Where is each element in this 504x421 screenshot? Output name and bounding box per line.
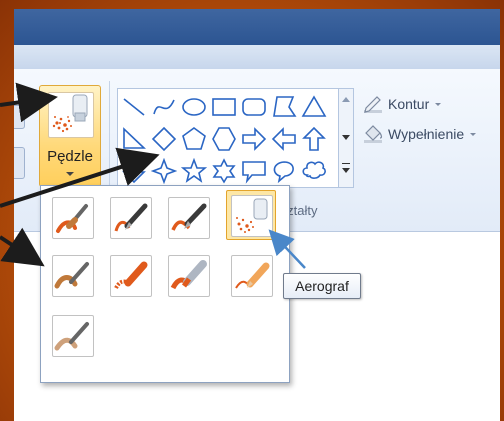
watercolor-brush-option[interactable]: [47, 310, 97, 360]
oval-callout-icon[interactable]: [271, 158, 297, 184]
natural-pencil-option[interactable]: [226, 250, 276, 300]
outline-button[interactable]: Kontur: [362, 93, 442, 115]
ribbon-tab-strip: [14, 45, 500, 70]
brushes-label: Pędzle: [47, 148, 93, 165]
chevron-down-icon: [470, 132, 477, 136]
right-triangle-icon[interactable]: [121, 126, 147, 152]
scroll-down-icon[interactable]: [342, 135, 350, 140]
shapes-gallery-scrollbar[interactable]: [339, 88, 354, 188]
down-arrow-icon[interactable]: [121, 158, 147, 184]
hexagon-icon[interactable]: [211, 126, 237, 152]
chevron-down-icon: [66, 172, 74, 176]
outline-pencil-icon: [364, 96, 382, 113]
up-arrow-icon[interactable]: [301, 126, 327, 152]
rectangular-callout-icon[interactable]: [241, 158, 267, 184]
pencil-icon: [235, 262, 270, 289]
calligraphy-brush-2-option[interactable]: [163, 192, 213, 242]
diamond-icon[interactable]: [151, 126, 177, 152]
paint-window: Pędzle Kontur Wypełnienie Kształty Aerog…: [14, 9, 500, 421]
scroll-up-icon[interactable]: [342, 97, 350, 102]
fill-bucket-icon: [364, 125, 383, 143]
marker-icon: [170, 260, 207, 290]
rectangle-icon[interactable]: [211, 94, 237, 120]
more-line: [342, 163, 350, 164]
triangle-icon[interactable]: [301, 94, 327, 120]
four-point-star-icon[interactable]: [151, 158, 177, 184]
polygon-icon[interactable]: [271, 94, 297, 120]
curve-icon[interactable]: [151, 94, 177, 120]
six-point-star-icon[interactable]: [211, 158, 237, 184]
marker-option[interactable]: [163, 250, 213, 300]
fill-label: Wypełnienie: [388, 126, 465, 142]
brushes-dropdown: [40, 185, 290, 383]
shapes-gallery: [117, 88, 339, 188]
brush-option[interactable]: [47, 192, 97, 242]
pentagon-icon[interactable]: [181, 126, 207, 152]
oval-icon[interactable]: [181, 94, 207, 120]
calligraphy-pen-icon: [171, 203, 207, 231]
fill-button[interactable]: Wypełnienie: [362, 123, 477, 145]
tools-button-fragment-2[interactable]: [14, 147, 25, 179]
oil-brush-option[interactable]: [47, 250, 97, 300]
brush-icon: [56, 204, 88, 233]
watercolor-brush-icon: [54, 322, 89, 351]
calligraphy-pen-icon: [114, 203, 148, 232]
airbrush-icon: [236, 198, 268, 233]
left-arrow-icon[interactable]: [271, 126, 297, 152]
airbrush-icon: [48, 92, 94, 138]
rounded-rectangle-icon[interactable]: [241, 94, 267, 120]
oil-brush-icon: [54, 262, 89, 289]
right-arrow-icon[interactable]: [241, 126, 267, 152]
airbrush-option[interactable]: [226, 190, 276, 240]
line-icon[interactable]: [121, 94, 147, 120]
crayon-icon: [114, 261, 148, 290]
five-point-star-icon[interactable]: [181, 158, 207, 184]
chevron-down-icon: [435, 102, 442, 106]
cloud-callout-icon[interactable]: [301, 158, 327, 184]
expand-gallery-icon[interactable]: [342, 168, 350, 173]
crayon-option[interactable]: [105, 250, 155, 300]
title-bar: [14, 9, 500, 45]
airbrush-tooltip: Aerograf: [283, 273, 361, 299]
tools-button-fragment[interactable]: [14, 105, 25, 129]
brushes-button[interactable]: Pędzle: [39, 85, 101, 187]
calligraphy-brush-1-option[interactable]: [105, 192, 155, 242]
outline-label: Kontur: [388, 96, 430, 112]
